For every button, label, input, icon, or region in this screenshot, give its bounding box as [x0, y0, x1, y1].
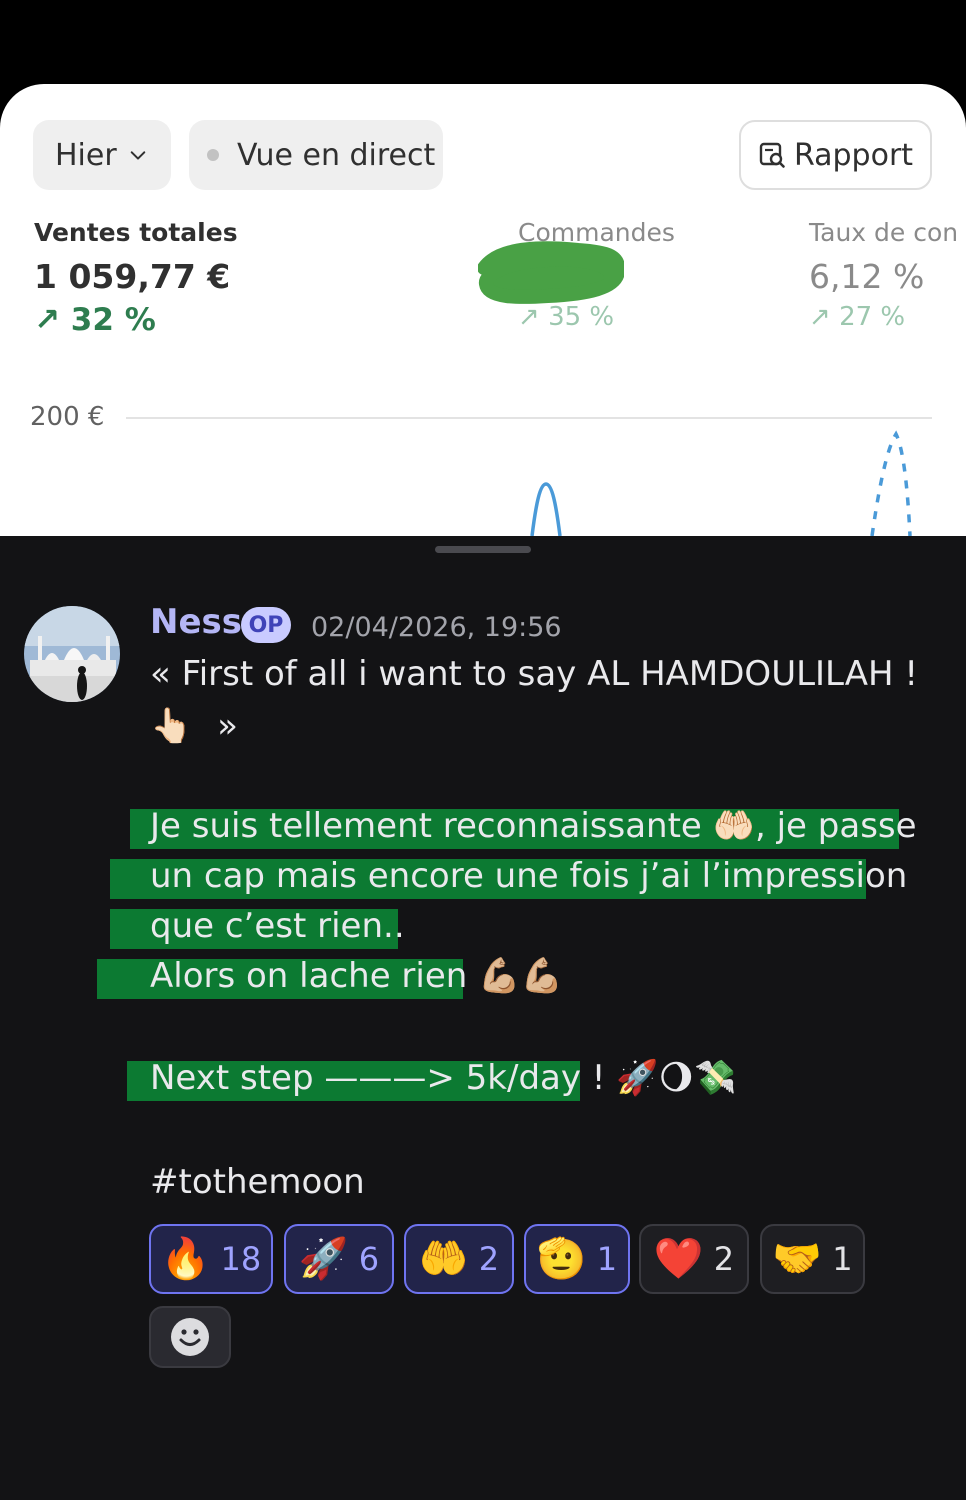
chevron-down-icon — [130, 151, 145, 160]
rocket-icon: 🚀 — [298, 1236, 349, 1282]
series-line-today — [530, 482, 562, 536]
avatar[interactable] — [24, 606, 120, 702]
report-label: Rapport — [793, 137, 914, 173]
live-status-dot — [207, 149, 219, 161]
reaction-salute[interactable]: 🫡 1 — [524, 1224, 630, 1294]
reaction-fire[interactable]: 🔥 18 — [149, 1224, 273, 1294]
reaction-heart[interactable]: ❤️ 2 — [639, 1224, 749, 1294]
smiley-icon — [171, 1318, 209, 1356]
metric-label: Taux de con — [809, 218, 959, 247]
metric-conversion-rate[interactable]: Taux de con 6,12 % ↗ 27 % — [809, 218, 958, 332]
reaction-handshake[interactable]: 🤝 1 — [760, 1224, 865, 1294]
metric-value: 1 059,77 € — [34, 257, 231, 296]
handshake-icon: 🤝 — [772, 1236, 823, 1282]
quote-line-2: 👆🏻 » — [150, 706, 238, 746]
series-line-comparison — [870, 430, 912, 536]
author-name[interactable]: Ness — [150, 602, 242, 642]
metric-change: ↗ 32 % — [34, 302, 156, 338]
quote-line: « First of all i want to say AL HAMDOULI… — [150, 654, 919, 694]
body-line: Alors on lache rien 💪🏼💪🏼 — [150, 956, 563, 996]
mosque-photo — [24, 606, 120, 702]
reaction-count: 6 — [358, 1240, 380, 1278]
body-line: un cap mais encore une fois j’ai l’impre… — [150, 856, 908, 896]
reaction-palms-up[interactable]: 🤲 2 — [404, 1224, 514, 1294]
reaction-count: 2 — [478, 1240, 500, 1278]
metric-change: ↗ 27 % — [809, 302, 906, 332]
metric-label: Ventes totales — [34, 218, 238, 247]
sales-chart — [530, 430, 912, 536]
quote-close: » — [217, 706, 238, 746]
date-filter-label: Hier — [55, 137, 117, 173]
arrow-up-right-icon: ↗ — [34, 302, 71, 338]
redaction-scribble — [478, 241, 624, 304]
analytics-card: Hier Vue en direct Rapport Ventes totale… — [0, 84, 966, 536]
message-timestamp: 02/04/2026, 19:56 — [311, 612, 562, 643]
op-badge: OP — [241, 607, 291, 643]
heart-icon: ❤️ — [653, 1236, 704, 1282]
metric-total-sales[interactable]: Ventes totales 1 059,77 € ↗ 32 % — [34, 218, 238, 338]
reaction-count: 18 — [220, 1240, 262, 1278]
sheet-drag-handle[interactable] — [435, 546, 531, 553]
body-line: que c’est rien.. — [150, 906, 405, 946]
hashtag[interactable]: #tothemoon — [150, 1162, 365, 1202]
reaction-rocket[interactable]: 🚀 6 — [284, 1224, 394, 1294]
reaction-count: 1 — [596, 1240, 618, 1278]
report-button[interactable]: Rapport — [739, 120, 932, 190]
reaction-count: 2 — [713, 1240, 735, 1278]
live-view-button[interactable]: Vue en direct — [189, 120, 443, 190]
pointing-up-emoji: 👆🏻 — [150, 706, 193, 746]
date-filter-dropdown[interactable]: Hier — [33, 120, 171, 190]
arrow-up-right-icon: ↗ — [809, 302, 840, 332]
metric-value: 6,12 % — [809, 257, 925, 296]
message-panel: Ness OP 02/04/2026, 19:56 « First of all… — [0, 536, 966, 1500]
salute-icon: 🫡 — [536, 1236, 587, 1282]
palms-up-icon: 🤲 — [418, 1236, 469, 1282]
next-step-line: Next step ———> 5k/day ! 🚀🌖💸 — [150, 1058, 737, 1098]
reaction-count: 1 — [832, 1240, 853, 1278]
body-line: Je suis tellement reconnaissante 🤲🏻, je … — [150, 806, 917, 846]
fire-icon: 🔥 — [160, 1236, 211, 1282]
add-reaction-button[interactable] — [149, 1306, 231, 1368]
report-search-icon — [759, 142, 785, 168]
live-view-label: Vue en direct — [237, 137, 436, 173]
